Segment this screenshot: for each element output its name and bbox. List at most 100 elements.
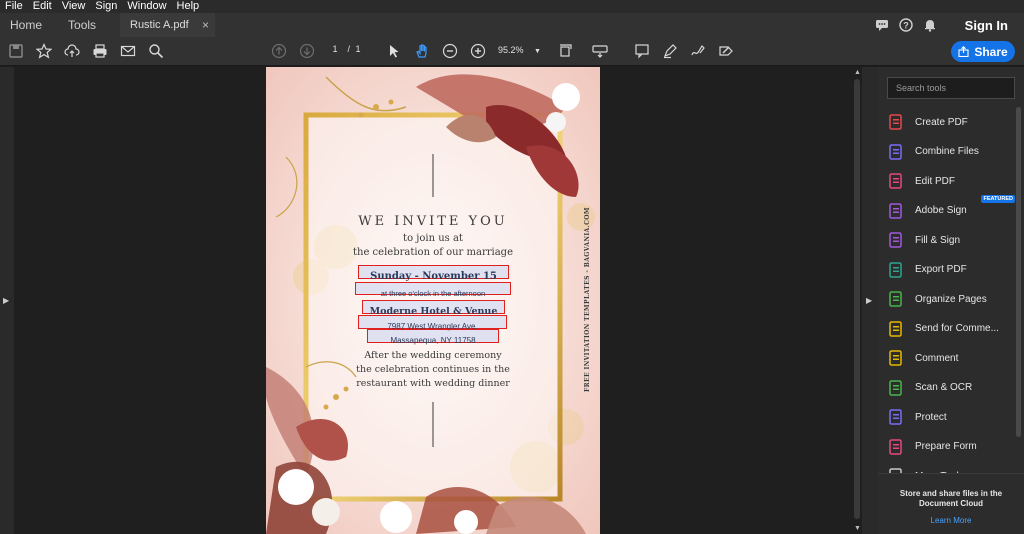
zoom-out-icon[interactable] [442, 43, 458, 59]
zoom-level-dropdown[interactable]: 95.2% ▼ [498, 45, 541, 55]
bookmark-star-icon[interactable] [36, 43, 52, 59]
address-line-2: Massapequa, NY 11758 [390, 336, 476, 345]
tool-item[interactable]: Edit PDF [887, 170, 1017, 192]
upload-cloud-icon[interactable] [64, 43, 80, 59]
scroll-up-icon[interactable]: ▲ [854, 69, 861, 76]
email-icon[interactable] [120, 43, 136, 59]
invite-line-1: to join us at [403, 233, 463, 244]
send-comment-icon [889, 320, 902, 337]
zoom-in-icon[interactable] [470, 43, 486, 59]
page-fit-icon[interactable] [558, 43, 574, 59]
find-search-icon[interactable] [148, 43, 164, 59]
create-pdf-icon [889, 114, 902, 130]
fill-sign-icon [889, 232, 902, 248]
close-tab-icon[interactable]: × [202, 18, 209, 32]
share-label: Share [974, 44, 1008, 59]
tool-item-label: Edit PDF [915, 175, 956, 187]
tool-item-label: Organize Pages [915, 293, 987, 305]
help-icon[interactable]: ? [898, 18, 913, 32]
after-line-2: the celebration continues in the [356, 364, 510, 375]
learn-more-link[interactable]: Learn More [878, 516, 1024, 525]
tool-item[interactable]: Protect [887, 406, 1017, 428]
expand-right-icon: ▶ [3, 296, 10, 305]
select-cursor-icon[interactable] [386, 43, 402, 59]
pdf-page: WE INVITE YOU to join us at the celebrat… [266, 67, 600, 534]
zoom-level-value: 95.2% [498, 45, 524, 55]
chat-icon[interactable] [875, 18, 889, 32]
tools-scroll-thumb[interactable] [1016, 107, 1021, 437]
document-cloud-promo: Store and share files in the Document Cl… [878, 473, 1024, 534]
menu-view[interactable]: View [57, 0, 91, 13]
draw-sign-icon[interactable] [690, 43, 706, 59]
tool-item-label: Combine Files [915, 146, 979, 157]
comment-tool-icon[interactable] [634, 43, 650, 59]
scrollbar-thumb[interactable] [854, 79, 860, 519]
highlight-pen-icon[interactable] [662, 43, 678, 59]
invite-heading: WE INVITE YOU [358, 214, 508, 229]
document-tab-title: Rustic A.pdf [130, 19, 189, 31]
chevron-down-icon: ▼ [534, 48, 541, 55]
tab-document[interactable]: Rustic A.pdf × [120, 13, 215, 37]
left-panel-toggle[interactable]: ▶ [0, 67, 14, 534]
tool-item[interactable]: Fill & Sign [887, 229, 1017, 251]
tab-tools[interactable]: Tools [58, 13, 106, 37]
menu-help[interactable]: Help [172, 0, 205, 13]
adobe-sign-icon [889, 202, 902, 219]
sign-in-link[interactable]: Sign In [965, 18, 1008, 33]
menu-window[interactable]: Window [122, 0, 171, 13]
tool-item[interactable]: Send for Comme... [887, 318, 1017, 340]
svg-text:?: ? [903, 21, 909, 31]
tool-item-label: Create PDF [915, 116, 968, 128]
tool-item-label: Export PDF [915, 264, 967, 275]
tool-item-label: Fill & Sign [915, 234, 961, 246]
fill-sign-tool-icon[interactable] [718, 43, 734, 59]
search-tools-input[interactable]: Search tools [887, 77, 1015, 99]
combine-files-icon [889, 143, 902, 160]
cloud-promo-text: Store and share files in the Document Cl… [899, 489, 1003, 508]
tool-item[interactable]: Adobe Sign FEATURED [887, 194, 1017, 222]
featured-badge: FEATURED [981, 194, 1015, 203]
edit-pdf-icon [889, 173, 902, 189]
tool-item[interactable]: Comment [887, 347, 1017, 369]
previous-page-icon[interactable] [271, 43, 287, 59]
tab-home[interactable]: Home [0, 13, 52, 37]
tool-item[interactable]: Combine Files [887, 141, 1017, 163]
notification-bell-icon[interactable] [923, 18, 937, 32]
protect-icon [889, 409, 902, 425]
address-line-2-box[interactable]: Massapequa, NY 11758 [367, 329, 499, 345]
time-text-box[interactable]: at three o'clock in the afternoon [355, 282, 511, 298]
menu-bar: File Edit View Sign Window Help [0, 0, 1024, 13]
share-button[interactable]: Share [951, 41, 1015, 62]
keyboard-icon[interactable] [592, 43, 608, 59]
scan-ocr-icon [889, 379, 902, 396]
menu-edit[interactable]: Edit [28, 0, 57, 13]
tools-panel-scrollbar[interactable] [1015, 107, 1022, 507]
invite-line-2: the celebration of our marriage [353, 247, 513, 258]
tool-item[interactable]: Organize Pages [887, 288, 1017, 310]
address-line-1-box[interactable]: 7987 West Wrangler Ave. [358, 315, 507, 331]
tools-panel: Search tools Create PDF Combine Files Edit… [878, 67, 1024, 534]
tools-panel-toggle[interactable]: ▶ [862, 67, 878, 534]
scroll-down-icon[interactable]: ▼ [854, 525, 861, 532]
tool-item[interactable]: Create PDF [887, 111, 1017, 133]
venue-text-box[interactable]: Moderne Hotel & Venue [362, 300, 505, 317]
next-page-icon[interactable] [299, 43, 315, 59]
page-separator: / [347, 44, 351, 54]
date-text-box[interactable]: Sunday - November 15 [358, 265, 509, 282]
tool-item-label: Send for Comme... [915, 323, 999, 334]
print-icon[interactable] [92, 43, 108, 59]
tool-item[interactable]: Prepare Form [887, 436, 1017, 458]
document-scrollbar[interactable]: ▲ ▼ [852, 67, 862, 534]
header-actions: ? Sign In [875, 13, 1024, 37]
save-icon[interactable] [8, 43, 24, 59]
organize-pages-icon [889, 291, 902, 307]
menu-sign[interactable]: Sign [90, 0, 122, 13]
side-watermark-text: FREE INVITATION TEMPLATES - BAGVANIA.COM [584, 207, 591, 392]
hand-tool-icon[interactable] [414, 43, 430, 59]
tool-item-label: Adobe Sign [915, 205, 967, 216]
page-number-input[interactable]: 1 [325, 44, 345, 54]
tool-item[interactable]: Export PDF [887, 259, 1017, 281]
menu-file[interactable]: File [0, 0, 28, 13]
tool-item[interactable]: Scan & OCR [887, 377, 1017, 399]
after-line-1: After the wedding ceremony [364, 350, 502, 361]
